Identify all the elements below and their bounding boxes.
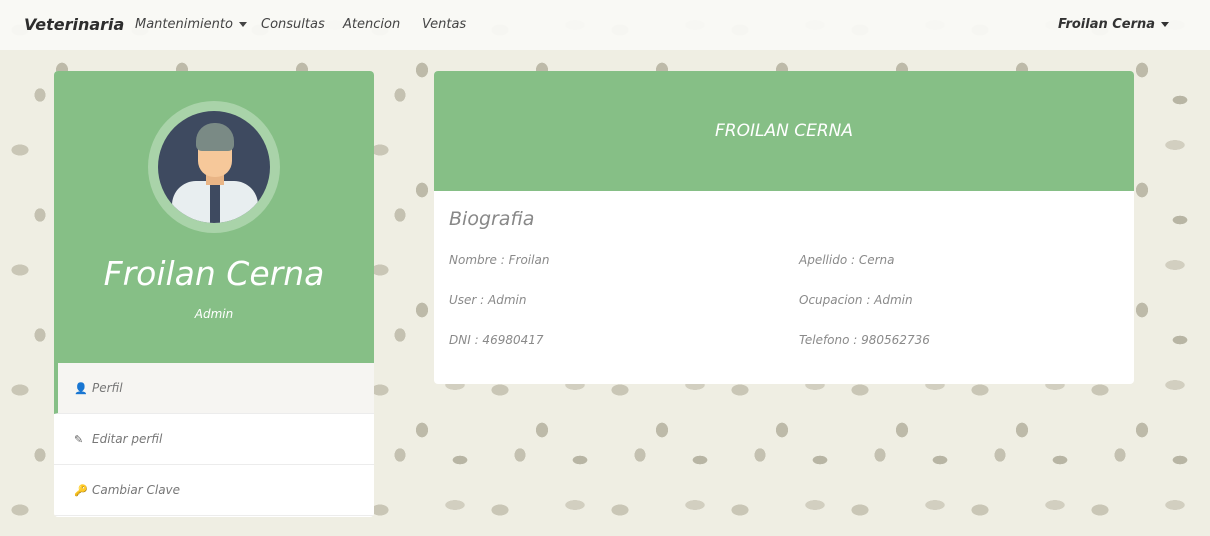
top-navbar: Veterinaria Mantenimiento Consultas Aten…: [0, 0, 1210, 50]
menu-item-perfil[interactable]: 👤 Perfil: [54, 363, 374, 414]
caret-down-icon: [238, 22, 247, 27]
menu-item-editar-perfil[interactable]: ✎ Editar perfil: [54, 414, 374, 465]
bio-card: FROILAN CERNA Biografia Nombre : Froilan…: [434, 71, 1134, 384]
avatar-hair: [196, 123, 234, 151]
field-telefono: Telefono : 980562736: [799, 333, 930, 347]
menu-item-label: Editar perfil: [92, 432, 163, 446]
bio-header: FROILAN CERNA: [434, 71, 1134, 191]
menu-item-cambiar-clave[interactable]: 🔑 Cambiar Clave: [54, 465, 374, 516]
nav-mantenimiento-label: Mantenimiento: [135, 17, 233, 32]
field-ocupacion: Ocupacion : Admin: [799, 293, 913, 307]
caret-down-icon: [1161, 22, 1170, 27]
avatar: [148, 101, 280, 233]
menu-item-label: Cambiar Clave: [92, 483, 181, 497]
menu-item-label: Perfil: [92, 381, 123, 395]
user-icon: 👤: [74, 381, 88, 395]
profile-name: Froilan Cerna: [103, 254, 325, 293]
field-nombre: Nombre : Froilan: [449, 253, 550, 267]
field-dni: DNI : 46980417: [449, 333, 544, 347]
avatar-image: [158, 111, 270, 223]
brand-logo[interactable]: Veterinaria: [24, 15, 124, 34]
profile-header: Froilan Cerna Admin: [54, 71, 374, 363]
profile-role: Admin: [194, 307, 234, 321]
field-user: User : Admin: [449, 293, 527, 307]
profile-card: Froilan Cerna Admin 👤 Perfil ✎ Editar pe…: [54, 71, 374, 517]
bio-title: Biografia: [449, 208, 535, 230]
key-icon: 🔑: [74, 483, 88, 497]
user-menu[interactable]: Froilan Cerna: [1058, 17, 1170, 32]
field-apellido: Apellido : Cerna: [799, 253, 895, 267]
avatar-tie: [210, 183, 220, 223]
nav-atencion[interactable]: Atencion: [343, 17, 400, 32]
nav-ventas[interactable]: Ventas: [422, 17, 466, 32]
nav-consultas[interactable]: Consultas: [261, 17, 325, 32]
nav-mantenimiento[interactable]: Mantenimiento: [135, 17, 247, 32]
user-menu-label: Froilan Cerna: [1058, 17, 1156, 32]
edit-icon: ✎: [74, 432, 84, 446]
